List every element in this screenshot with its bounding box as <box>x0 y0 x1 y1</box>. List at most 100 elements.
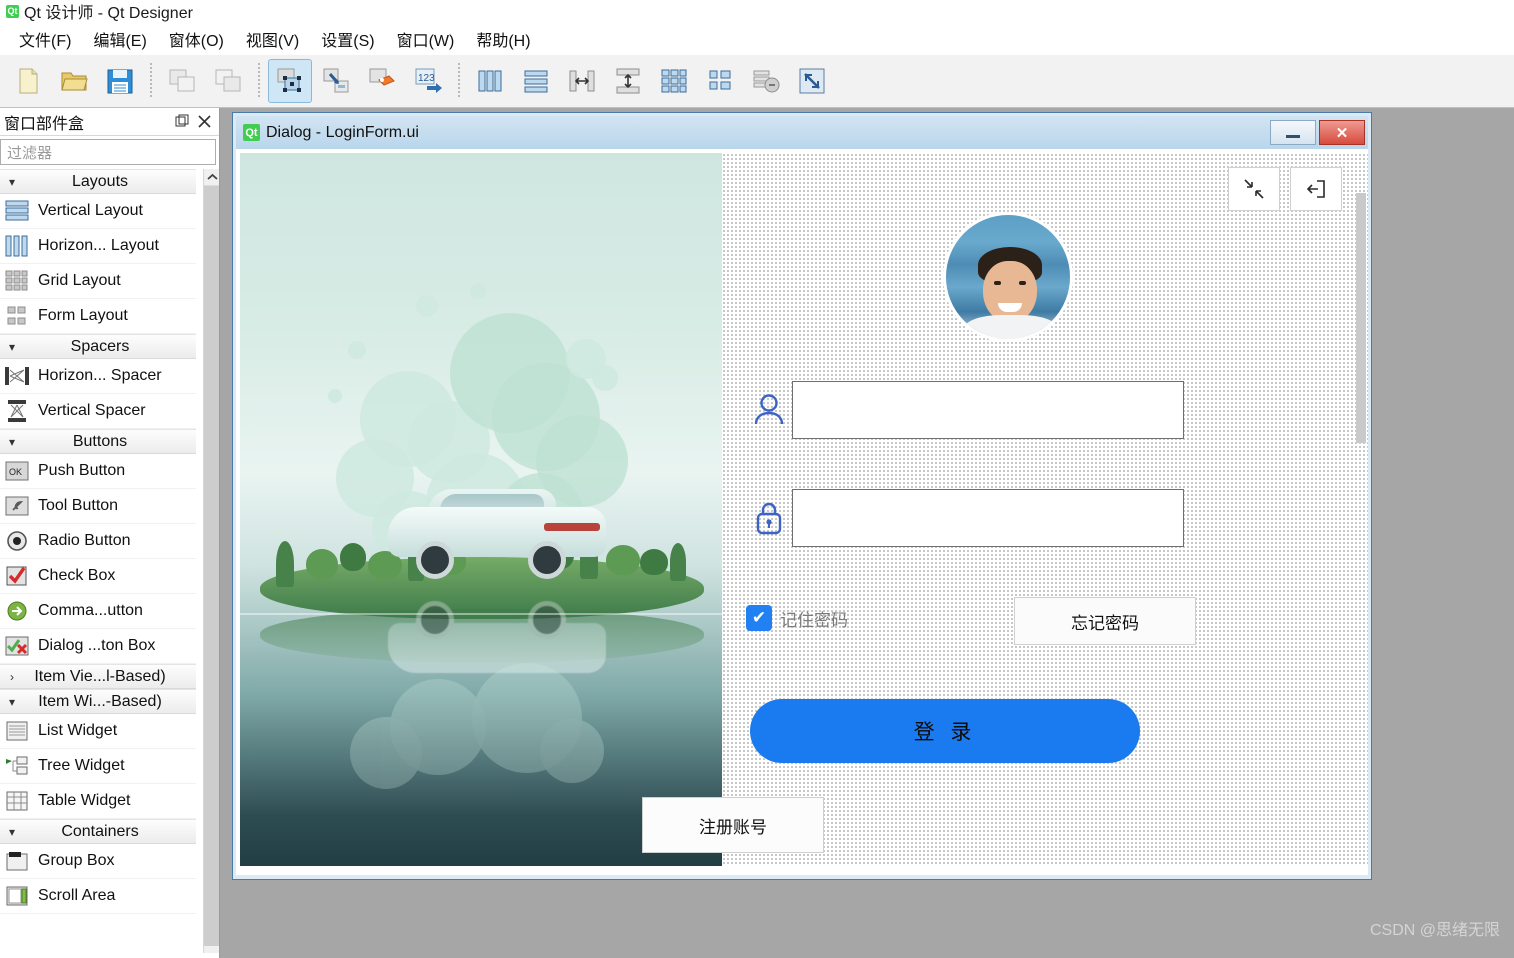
edit-signals-slots-icon[interactable] <box>314 59 358 103</box>
category-layouts[interactable]: ▾ Layouts <box>0 169 196 194</box>
layout-splitter-vertical-icon[interactable] <box>606 59 650 103</box>
password-input[interactable] <box>792 489 1184 547</box>
category-label: Item Vie...l-Based) <box>34 667 166 685</box>
widget-label: Push Button <box>38 462 126 479</box>
toolbar-separator <box>458 63 460 99</box>
filter-placeholder: 过滤器 <box>7 144 53 162</box>
register-account-button[interactable]: 注册账号 <box>642 797 824 853</box>
scroll-up-icon[interactable] <box>204 169 219 186</box>
widget-item-tool-button[interactable]: Tool Button <box>0 489 196 524</box>
widget-label: Tree Widget <box>38 757 125 774</box>
widget-item-grid-layout[interactable]: Grid Layout <box>0 264 196 299</box>
minimize-button[interactable] <box>1270 120 1316 145</box>
widget-item-table-widget[interactable]: Table Widget <box>0 784 196 819</box>
collapse-arrows-icon[interactable] <box>1228 167 1280 211</box>
edit-widgets-icon[interactable] <box>268 59 312 103</box>
layout-grid-icon[interactable] <box>652 59 696 103</box>
category-label: Buttons <box>72 432 128 450</box>
bubble-decoration <box>416 295 438 317</box>
bubble-decoration <box>348 341 366 359</box>
adjust-size-icon[interactable] <box>790 59 834 103</box>
category-spacers[interactable]: ▾ Spacers <box>0 334 196 359</box>
widget-item-check-box[interactable]: Check Box <box>0 559 196 594</box>
tile-windows-icon[interactable] <box>206 59 250 103</box>
layout-vertically-icon[interactable] <box>514 59 558 103</box>
form-scrollbar[interactable] <box>1356 193 1366 443</box>
avatar-eye <box>994 281 1001 285</box>
category-buttons[interactable]: ▾ Buttons <box>0 429 196 454</box>
password-field-row <box>746 489 1184 547</box>
chevron-down-icon: ▾ <box>8 434 16 449</box>
login-button[interactable]: 登 录 <box>750 699 1140 763</box>
menu-form[interactable]: 窗体(O) <box>158 23 235 55</box>
exit-icon[interactable] <box>1290 167 1342 211</box>
float-panel-icon[interactable] <box>171 112 193 132</box>
open-file-icon[interactable] <box>52 59 96 103</box>
tree-widget-icon <box>2 753 32 779</box>
category-containers[interactable]: ▾ Containers <box>0 819 196 844</box>
widget-label: Comma...utton <box>38 602 143 619</box>
remember-password-label: 记住密码 <box>780 610 848 630</box>
widget-label: Vertical Spacer <box>38 402 146 419</box>
cascade-windows-icon[interactable] <box>160 59 204 103</box>
dialog-title-bar[interactable]: Qt Dialog - LoginForm.ui ✕ <box>236 116 1368 149</box>
bubble-decoration <box>350 717 422 789</box>
avatar-face <box>983 261 1037 323</box>
push-button-icon: OK <box>2 458 32 484</box>
grid-layout-icon <box>2 268 32 294</box>
widget-item-tree-widget[interactable]: Tree Widget <box>0 749 196 784</box>
menu-file[interactable]: 文件(F) <box>8 23 82 55</box>
layout-splitter-horizontal-icon[interactable] <box>560 59 604 103</box>
widget-item-push-button[interactable]: OK Push Button <box>0 454 196 489</box>
widget-item-form-layout[interactable]: Form Layout <box>0 299 196 334</box>
widget-item-scroll-area[interactable]: Scroll Area <box>0 879 196 914</box>
widget-item-dialog-button-box[interactable]: Dialog ...ton Box <box>0 629 196 664</box>
edit-buddies-icon[interactable] <box>360 59 404 103</box>
scroll-area-icon <box>2 883 32 909</box>
menu-window[interactable]: 窗口(W) <box>386 23 466 55</box>
close-button[interactable]: ✕ <box>1319 120 1365 145</box>
forgot-password-button[interactable]: 忘记密码 <box>1014 597 1196 645</box>
close-icon[interactable] <box>193 112 215 132</box>
widget-item-command-link-button[interactable]: Comma...utton <box>0 594 196 629</box>
menu-help[interactable]: 帮助(H) <box>465 23 541 55</box>
remember-password-checkbox[interactable]: ✔ <box>746 605 772 631</box>
widget-label: Form Layout <box>38 307 128 324</box>
chevron-right-icon: › <box>10 669 14 684</box>
widget-label: List Widget <box>38 722 118 739</box>
widget-item-vertical-spacer[interactable]: Vertical Spacer <box>0 394 196 429</box>
tree-decoration <box>276 541 294 587</box>
edit-tab-order-icon[interactable]: 123 <box>406 59 450 103</box>
group-box-icon <box>2 848 32 874</box>
menu-settings[interactable]: 设置(S) <box>310 23 385 55</box>
save-file-icon[interactable] <box>98 59 142 103</box>
layout-horizontally-icon[interactable] <box>468 59 512 103</box>
avatar-eye <box>1019 281 1026 285</box>
table-widget-icon <box>2 788 32 814</box>
car-taillight <box>544 523 600 531</box>
widget-item-list-widget[interactable]: List Widget <box>0 714 196 749</box>
menu-view[interactable]: 视图(V) <box>235 23 310 55</box>
vertical-layout-icon <box>2 198 32 224</box>
widget-item-horizontal-spacer[interactable]: Horizon... Spacer <box>0 359 196 394</box>
menu-edit[interactable]: 编辑(E) <box>82 23 157 55</box>
widget-label: Table Widget <box>38 792 131 809</box>
category-item-widgets[interactable]: ▾ Item Wi...-Based) <box>0 689 196 714</box>
widget-item-horizontal-layout[interactable]: Horizon... Layout <box>0 229 196 264</box>
widget-box-title: 窗口部件盒 <box>4 115 85 133</box>
widget-item-vertical-layout[interactable]: Vertical Layout <box>0 194 196 229</box>
layout-form-icon[interactable] <box>698 59 742 103</box>
widget-label: Dialog ...ton Box <box>38 637 156 654</box>
scrollbar-thumb[interactable] <box>204 186 219 946</box>
bubble-decoration <box>540 719 604 783</box>
category-item-views[interactable]: › Item Vie...l-Based) <box>0 664 196 689</box>
remember-password-row[interactable]: ✔ 记住密码 <box>746 605 848 631</box>
widget-item-group-box[interactable]: Group Box <box>0 844 196 879</box>
new-file-icon[interactable] <box>6 59 50 103</box>
username-input[interactable] <box>792 381 1184 439</box>
bubble-reflection <box>240 623 722 823</box>
widget-box-scrollbar[interactable] <box>203 169 219 953</box>
widget-item-radio-button[interactable]: Radio Button <box>0 524 196 559</box>
break-layout-icon[interactable] <box>744 59 788 103</box>
filter-input[interactable]: 过滤器 <box>0 139 216 165</box>
